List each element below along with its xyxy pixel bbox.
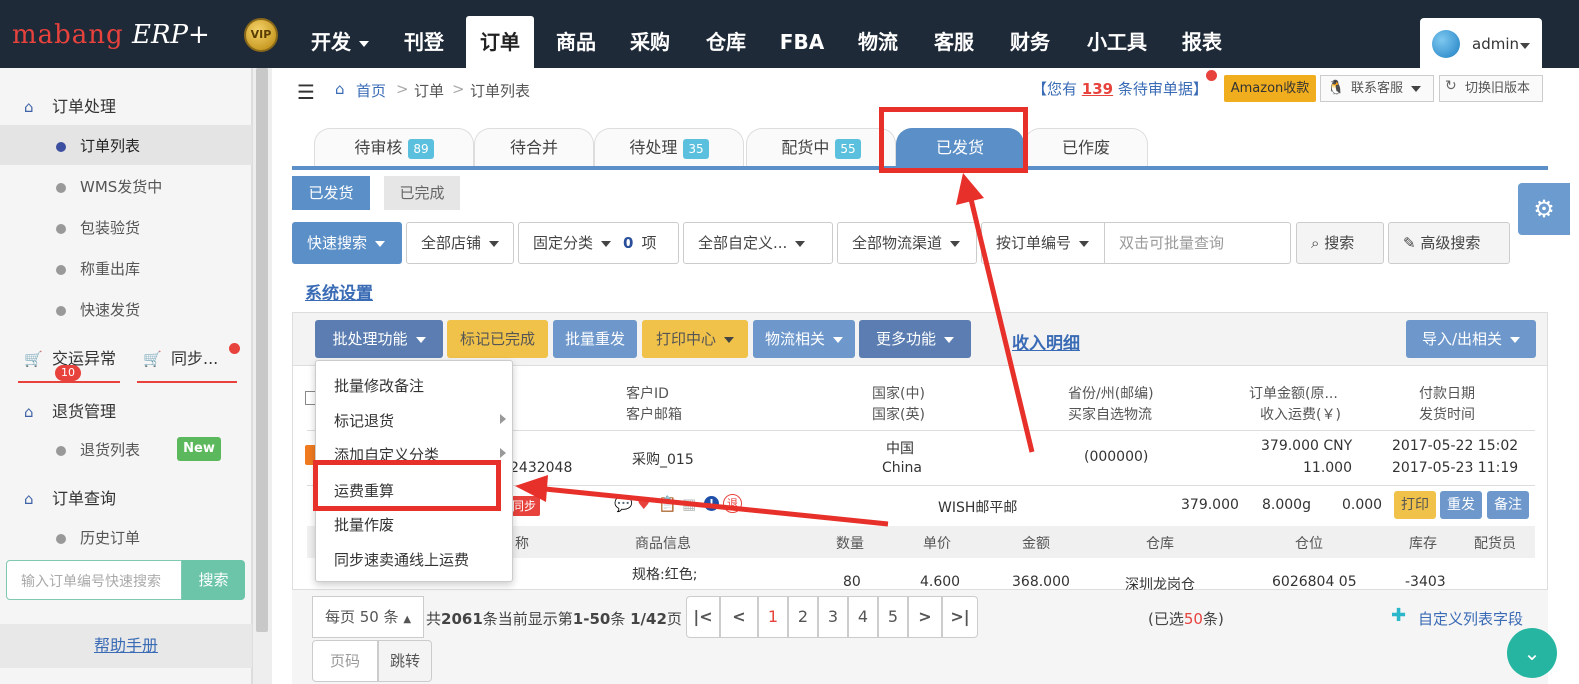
arrow-head-to-menu bbox=[515, 475, 548, 502]
arrow-line-to-tab bbox=[967, 194, 1035, 453]
annotation-arrows bbox=[515, 173, 1035, 527]
arrow-line-to-menu bbox=[544, 486, 889, 527]
arrow-head-to-tab bbox=[956, 173, 984, 205]
